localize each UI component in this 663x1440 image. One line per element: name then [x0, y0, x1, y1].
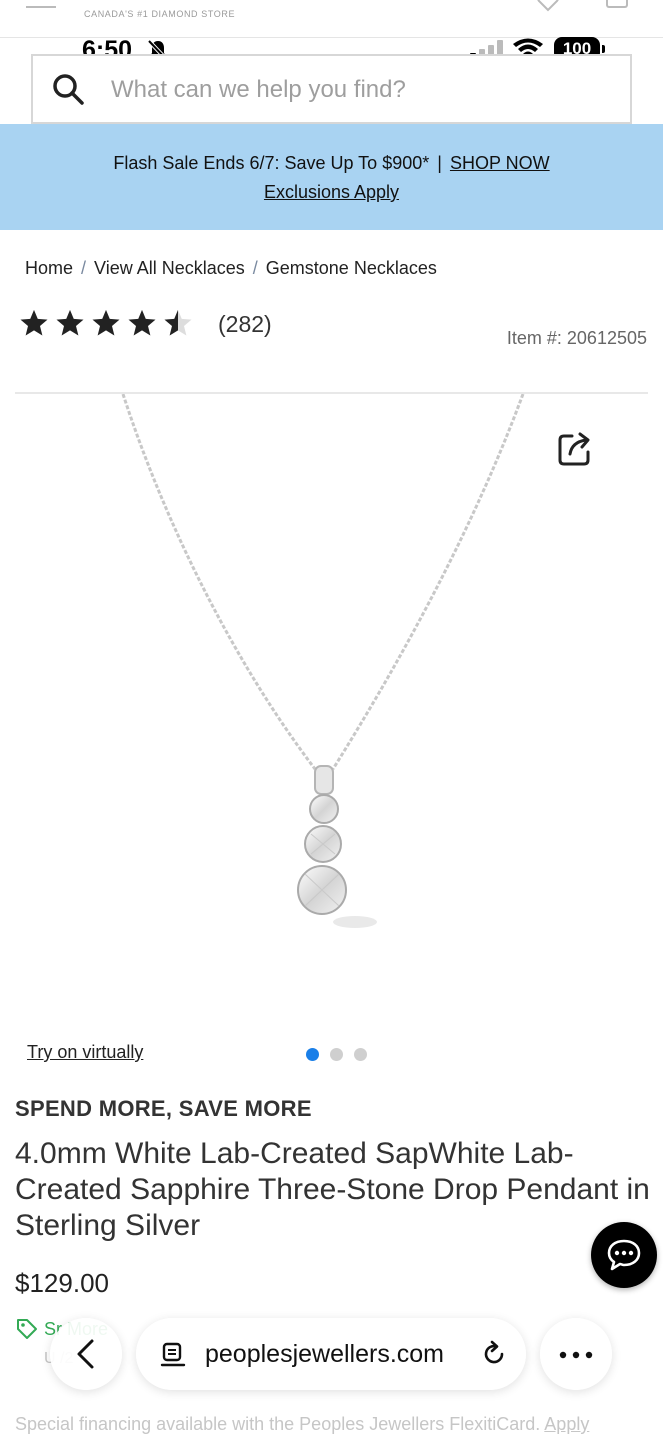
review-count[interactable]: (282)	[218, 311, 272, 338]
star-full-icon	[92, 309, 120, 336]
exclusions-link[interactable]: Exclusions Apply	[264, 182, 399, 202]
site-tagline: CANADA'S #1 DIAMOND STORE	[84, 9, 236, 19]
chat-button[interactable]	[591, 1222, 657, 1288]
breadcrumb-home[interactable]: Home	[25, 258, 73, 278]
financing-text: Special financing available with the Peo…	[15, 1414, 541, 1434]
star-full-icon	[128, 309, 156, 336]
ellipsis-icon	[559, 1351, 593, 1359]
more-button[interactable]	[540, 1318, 612, 1390]
chevron-left-icon	[77, 1339, 94, 1369]
financing-note: Special financing available with the Peo…	[15, 1414, 589, 1435]
url-text[interactable]: peoplesjewellers.com	[205, 1340, 444, 1369]
breadcrumb: Home / View All Necklaces / Gemstone Necklac…	[25, 258, 437, 279]
promo-text: Flash Sale Ends 6/7: Save Up To $900*	[113, 153, 430, 173]
breadcrumb-gemstone-necklaces[interactable]: Gemstone Necklaces	[266, 258, 437, 278]
browser-toolbar: peoplesjewellers.com	[0, 1310, 663, 1400]
try-on-virtually-link[interactable]: Try on virtually	[27, 1042, 143, 1063]
chat-bubble-icon	[607, 1239, 641, 1271]
product-image[interactable]	[15, 394, 648, 1024]
item-number: Item #: 20612505	[506, 328, 647, 348]
exclusions-line: Exclusions Apply	[0, 182, 663, 203]
share-icon[interactable]	[556, 430, 594, 468]
reload-icon[interactable]	[480, 1340, 508, 1368]
star-half-icon	[164, 309, 192, 336]
shop-now-link[interactable]: SHOP NOW	[450, 153, 550, 173]
search-bar[interactable]	[31, 54, 632, 124]
gallery-dot[interactable]	[354, 1048, 367, 1061]
promo-tag: SPEND MORE, SAVE MORE	[15, 1096, 312, 1121]
star-full-icon	[20, 309, 48, 336]
promo-separator: |	[437, 153, 442, 173]
star-full-icon	[56, 309, 84, 336]
search-input[interactable]	[111, 70, 611, 110]
shopping-bag-icon[interactable]	[606, 0, 628, 8]
gallery-dot[interactable]	[330, 1048, 343, 1061]
back-button[interactable]	[50, 1318, 122, 1390]
product-title: 4.0mm White Lab-Created SapWhite Lab-Cre…	[15, 1137, 650, 1242]
menu-icon[interactable]	[26, 0, 56, 8]
promo-banner: Flash Sale Ends 6/7: Save Up To $900* | SH…	[0, 124, 663, 230]
breadcrumb-separator: /	[252, 258, 258, 278]
site-header: CANADA'S #1 DIAMOND STORE	[0, 0, 663, 38]
breadcrumb-necklaces[interactable]: View All Necklaces	[94, 258, 245, 278]
promo-line: Flash Sale Ends 6/7: Save Up To $900* | SH…	[0, 153, 663, 174]
search-icon[interactable]	[51, 72, 85, 106]
gallery-dot-active[interactable]	[306, 1048, 319, 1061]
wishlist-heart-icon[interactable]	[536, 0, 560, 12]
breadcrumb-separator: /	[81, 258, 87, 278]
product-price: $129.00	[15, 1268, 109, 1298]
address-bar[interactable]: peoplesjewellers.com	[136, 1318, 526, 1390]
page-menu-icon[interactable]	[160, 1342, 186, 1368]
financing-apply-link[interactable]: Apply	[544, 1414, 589, 1434]
